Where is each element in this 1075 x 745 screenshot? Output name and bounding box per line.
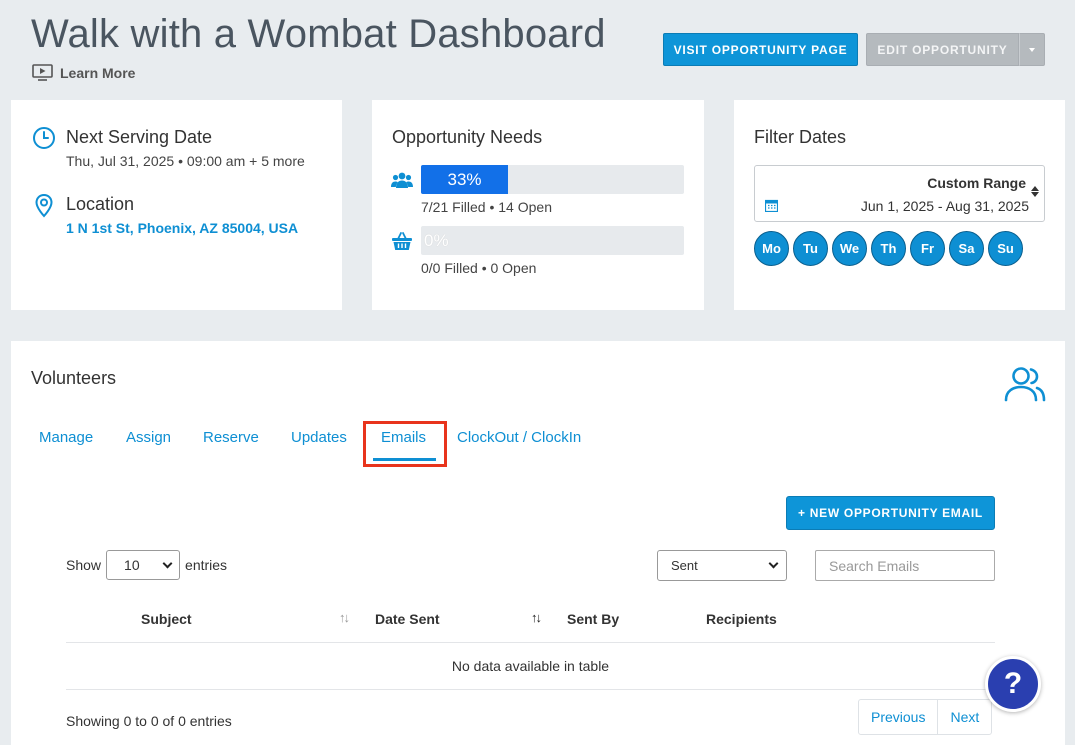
tab-clockout-clockin[interactable]: ClockOut / ClockIn: [457, 429, 581, 446]
sort-icon[interactable]: ↑↓: [339, 610, 350, 625]
day-button-sa[interactable]: Sa: [949, 231, 984, 266]
next-serving-date-label: Next Serving Date: [66, 127, 213, 147]
item-progress-bar: 0%: [421, 226, 684, 255]
sort-arrows-icon: [1031, 186, 1039, 197]
chevron-down-icon: [162, 558, 173, 568]
location-link[interactable]: 1 N 1st St, Phoenix, AZ 85004, USA: [66, 220, 298, 236]
caret-down-icon: [1029, 47, 1035, 52]
show-label: Show: [66, 557, 102, 573]
volunteer-needs-summary: 7/21 Filled • 14 Open: [421, 199, 552, 215]
opportunity-needs-title: Opportunity Needs: [392, 127, 543, 147]
day-button-we[interactable]: We: [832, 231, 867, 266]
location-section: Location 1 N 1st St, Phoenix, AZ 85004, …: [32, 193, 298, 236]
day-button-su[interactable]: Su: [988, 231, 1023, 266]
table-empty-message: No data available in table: [66, 643, 995, 690]
visit-opportunity-page-button[interactable]: VISIT OPPORTUNITY PAGE: [663, 33, 858, 66]
date-range-select[interactable]: Custom Range Jun 1, 2025 - Aug 31, 2025: [754, 165, 1045, 222]
calendar-icon: [764, 199, 779, 217]
help-button[interactable]: ?: [985, 656, 1041, 712]
entries-per-page-select[interactable]: 10: [106, 550, 181, 580]
next-serving-date-section: Next Serving Date Thu, Jul 31, 2025 • 09…: [32, 126, 305, 169]
tab-updates[interactable]: Updates: [291, 429, 347, 446]
new-opportunity-email-button[interactable]: + NEW OPPORTUNITY EMAIL: [786, 496, 995, 530]
volunteer-needs-row: 33% 7/21 Filled • 14 Open: [391, 165, 684, 215]
volunteer-progress-label: 33%: [447, 169, 482, 189]
table-info: Showing 0 to 0 of 0 entries: [66, 713, 232, 729]
column-sent-by[interactable]: Sent By: [567, 611, 619, 627]
day-button-fr[interactable]: Fr: [910, 231, 945, 266]
active-tab-underline: [373, 458, 436, 461]
day-filter-buttons: Mo Tu We Th Fr Sa Su: [754, 231, 1023, 266]
search-emails-input[interactable]: [815, 550, 995, 581]
column-subject[interactable]: Subject: [141, 611, 192, 627]
video-icon: [32, 64, 53, 81]
next-page-button[interactable]: Next: [937, 700, 991, 734]
opportunity-needs-card: Opportunity Needs 33% 7/21 Filled • 14 O…: [372, 100, 704, 310]
previous-page-button[interactable]: Previous: [859, 700, 937, 734]
day-button-tu[interactable]: Tu: [793, 231, 828, 266]
date-range-value: Jun 1, 2025 - Aug 31, 2025: [860, 198, 1029, 214]
next-serving-date-value: Thu, Jul 31, 2025 • 09:00 am + 5 more: [66, 153, 305, 169]
email-status-value: Sent: [671, 558, 698, 573]
sort-desc-icon[interactable]: ↑↓: [531, 610, 542, 625]
item-needs-row: 0% 0/0 Filled • 0 Open: [391, 226, 684, 276]
tab-assign[interactable]: Assign: [126, 429, 171, 446]
edit-opportunity-dropdown-toggle[interactable]: [1019, 33, 1045, 66]
emails-table-header: Subject ↑↓ Date Sent ↑↓ Sent By Recipien…: [66, 601, 995, 643]
edit-opportunity-button[interactable]: EDIT OPPORTUNITY: [866, 33, 1019, 66]
tab-reserve[interactable]: Reserve: [203, 429, 259, 446]
entries-label: entries: [185, 557, 228, 573]
volunteers-card: Volunteers Manage Assign Reserve Updates…: [11, 341, 1065, 745]
email-status-select[interactable]: Sent: [657, 550, 787, 581]
map-pin-icon: [32, 193, 56, 236]
learn-more-link[interactable]: Learn More: [32, 64, 135, 81]
column-recipients[interactable]: Recipients: [706, 611, 777, 627]
day-button-th[interactable]: Th: [871, 231, 906, 266]
item-progress-label: 0%: [424, 230, 449, 250]
edit-opportunity-button-group: EDIT OPPORTUNITY: [866, 33, 1045, 66]
pagination: Previous Next: [858, 699, 993, 735]
chevron-down-icon: [768, 558, 779, 569]
day-button-mo[interactable]: Mo: [754, 231, 789, 266]
clock-icon: [32, 126, 56, 169]
users-icon: [1004, 366, 1046, 407]
entries-count: 10: [124, 557, 140, 573]
date-range-label: Custom Range: [927, 175, 1026, 191]
volunteer-progress-bar: 33%: [421, 165, 684, 194]
filter-dates-title: Filter Dates: [754, 127, 847, 147]
show-entries-control: Show 10 entries: [66, 550, 227, 580]
learn-more-label: Learn More: [60, 64, 136, 81]
basket-icon: [391, 230, 413, 252]
column-date-sent[interactable]: Date Sent: [375, 611, 440, 627]
volunteers-title: Volunteers: [31, 368, 117, 388]
serving-card: Next Serving Date Thu, Jul 31, 2025 • 09…: [11, 100, 342, 310]
page-title: Walk with a Wombat Dashboard: [31, 12, 606, 56]
location-label: Location: [66, 194, 135, 214]
tab-manage[interactable]: Manage: [39, 429, 93, 446]
filter-dates-card: Filter Dates Custom Range Jun 1, 2025 - …: [734, 100, 1065, 310]
item-needs-summary: 0/0 Filled • 0 Open: [421, 260, 537, 276]
users-group-icon: [391, 169, 413, 191]
